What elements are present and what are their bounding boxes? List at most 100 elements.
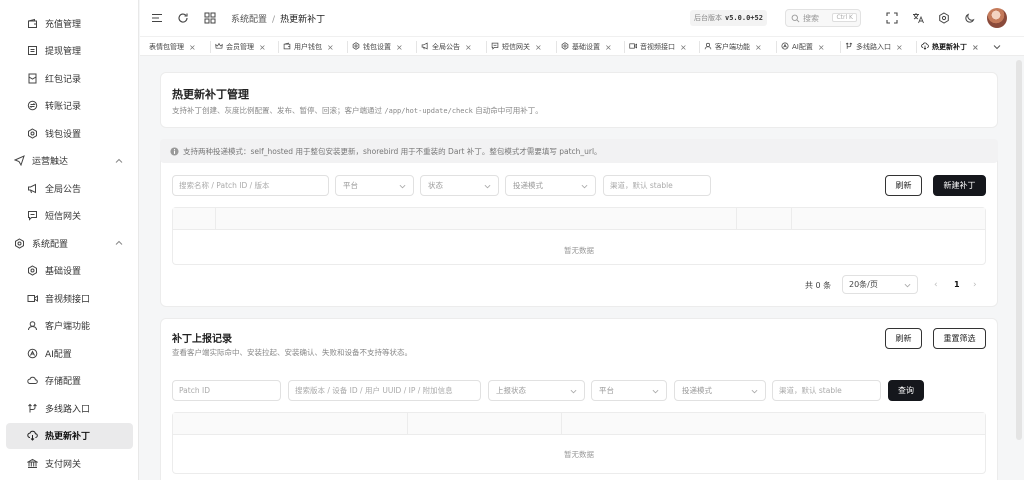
- status-select[interactable]: 状态: [420, 175, 499, 196]
- tab-label: 基础设置: [572, 43, 600, 51]
- info-icon: [170, 146, 179, 156]
- sidebar-item-13[interactable]: 存储配置: [0, 368, 139, 394]
- patch-table: 暂无数据: [172, 207, 986, 265]
- tab-divider: [556, 41, 557, 53]
- next-page-button[interactable]: ›: [973, 280, 977, 290]
- translate-icon[interactable]: [912, 12, 924, 24]
- ai-icon: [781, 42, 792, 52]
- channel-input[interactable]: 渠道，默认 stable: [603, 175, 711, 196]
- tab-10[interactable]: 多线路入口 ×: [845, 37, 903, 57]
- refresh-icon[interactable]: [177, 12, 189, 24]
- close-icon[interactable]: ×: [680, 43, 687, 52]
- sidebar-item-label: 基础设置: [45, 267, 82, 277]
- platform-select[interactable]: 平台: [335, 175, 414, 196]
- sidebar-group-5[interactable]: 运营触达: [0, 148, 139, 174]
- chevron-down-icon: [581, 184, 588, 189]
- chevron-down-icon: [570, 389, 577, 394]
- close-icon[interactable]: ×: [465, 43, 472, 52]
- tab-4[interactable]: 全局公告 ×: [421, 37, 472, 57]
- sidebar-group-8[interactable]: 系统配置: [0, 230, 139, 256]
- sidebar-item-label: 客户端功能: [45, 322, 91, 332]
- report-platform-select[interactable]: 平台: [591, 380, 667, 401]
- sidebar-item-7[interactable]: 短信网关: [0, 203, 139, 229]
- sidebar-item-3[interactable]: 转账记录: [0, 93, 139, 119]
- sidebar-item-0[interactable]: 充值管理: [0, 10, 139, 36]
- tab-label: 用户钱包: [294, 43, 322, 51]
- close-icon[interactable]: ×: [605, 43, 612, 52]
- tab-label: 音视频接口: [640, 43, 675, 51]
- tab-divider: [624, 41, 625, 53]
- gear-icon: [26, 127, 38, 139]
- tab-8[interactable]: 客户端功能 ×: [704, 37, 762, 57]
- settings-icon[interactable]: [938, 12, 950, 24]
- report-channel-input[interactable]: 渠道，默认 stable: [772, 380, 881, 401]
- tab-9[interactable]: AI配置 ×: [781, 37, 825, 57]
- fullscreen-icon[interactable]: [886, 12, 898, 24]
- page-scrollbar[interactable]: [1016, 60, 1022, 440]
- report-mode-select[interactable]: 投递模式: [674, 380, 766, 401]
- close-icon[interactable]: ×: [972, 43, 979, 52]
- sidebar-item-label: 提现管理: [45, 47, 82, 57]
- patch-id-input[interactable]: Patch ID: [172, 380, 281, 401]
- tab-5[interactable]: 短信网关 ×: [491, 37, 542, 57]
- search-input[interactable]: 搜索 Ctrl K: [785, 9, 861, 27]
- tab-0[interactable]: 表情包管理 ×: [149, 37, 196, 57]
- avatar[interactable]: [987, 8, 1007, 28]
- chevron-down-icon: [399, 184, 406, 189]
- sidebar-item-2[interactable]: 红包记录: [0, 65, 139, 91]
- refresh-button[interactable]: 刷新: [885, 175, 922, 196]
- sidebar-item-10[interactable]: 音视频接口: [0, 285, 139, 311]
- page-size-select[interactable]: 20条/页: [842, 275, 918, 294]
- grid-icon[interactable]: [204, 12, 216, 24]
- page-number[interactable]: 1: [954, 280, 960, 289]
- sidebar-item-9[interactable]: 基础设置: [0, 258, 139, 284]
- report-search-input[interactable]: 搜索版本 / 设备 ID / 用户 UUID / IP / 附加信息: [288, 380, 481, 401]
- sidebar-item-14[interactable]: 多线路入口: [0, 395, 139, 421]
- cloud-icon: [26, 375, 38, 387]
- tab-1[interactable]: 会员管理 ×: [215, 37, 266, 57]
- route-icon: [845, 42, 856, 52]
- reset-filter-button[interactable]: 重置筛选: [933, 328, 986, 349]
- search-icon: [791, 14, 800, 22]
- sidebar-item-11[interactable]: 客户端功能: [0, 313, 139, 339]
- tab-7[interactable]: 音视频接口 ×: [629, 37, 687, 57]
- sidebar-item-6[interactable]: 全局公告: [0, 175, 139, 201]
- sidebar-item-4[interactable]: 钱包设置: [0, 120, 139, 146]
- create-patch-button[interactable]: 新建补丁: [933, 175, 986, 196]
- tab-2[interactable]: 用户钱包 ×: [283, 37, 334, 57]
- tab-label: 全局公告: [432, 43, 460, 51]
- close-icon[interactable]: ×: [896, 43, 903, 52]
- tab-label: 热更新补丁: [932, 43, 967, 51]
- close-icon[interactable]: ×: [535, 43, 542, 52]
- ai-icon: [26, 347, 38, 359]
- menu-toggle-icon[interactable]: [151, 12, 163, 24]
- chevron-down-icon: [751, 389, 758, 394]
- breadcrumb-item[interactable]: 系统配置: [231, 15, 267, 25]
- sidebar-item-12[interactable]: AI配置: [0, 340, 139, 366]
- close-icon[interactable]: ×: [818, 43, 825, 52]
- prev-page-button[interactable]: ‹: [934, 280, 938, 290]
- report-refresh-button[interactable]: 刷新: [885, 328, 922, 349]
- tab-6[interactable]: 基础设置 ×: [561, 37, 612, 57]
- close-icon[interactable]: ×: [755, 43, 762, 52]
- page-title: 热更新补丁管理: [172, 88, 249, 101]
- client-icon: [26, 320, 38, 332]
- sidebar-item-15[interactable]: 热更新补丁: [6, 422, 133, 449]
- close-icon[interactable]: ×: [259, 43, 266, 52]
- sidebar-item-1[interactable]: 提现管理: [0, 38, 139, 64]
- dark-mode-icon[interactable]: [964, 12, 976, 24]
- tab-3[interactable]: 钱包设置 ×: [352, 37, 403, 57]
- tab-11[interactable]: 热更新补丁 ×: [921, 37, 979, 57]
- close-icon[interactable]: ×: [396, 43, 403, 52]
- mode-select[interactable]: 投递模式: [505, 175, 596, 196]
- report-status-select[interactable]: 上报状态: [488, 380, 585, 401]
- sidebar-item-16[interactable]: 支付网关: [0, 450, 139, 476]
- sidebar: 充值管理提现管理红包记录 转账记录 钱包设置 运营触达 全局公告 短信网关 系统配置基础设置…: [0, 0, 139, 480]
- tab-divider: [486, 41, 487, 53]
- report-title: 补丁上报记录: [172, 334, 232, 345]
- query-button[interactable]: 查询: [888, 380, 924, 401]
- close-icon[interactable]: ×: [189, 43, 196, 52]
- patch-search-input[interactable]: 搜索名称 / Patch ID / 版本: [172, 175, 329, 196]
- video-icon: [629, 42, 640, 52]
- close-icon[interactable]: ×: [327, 43, 334, 52]
